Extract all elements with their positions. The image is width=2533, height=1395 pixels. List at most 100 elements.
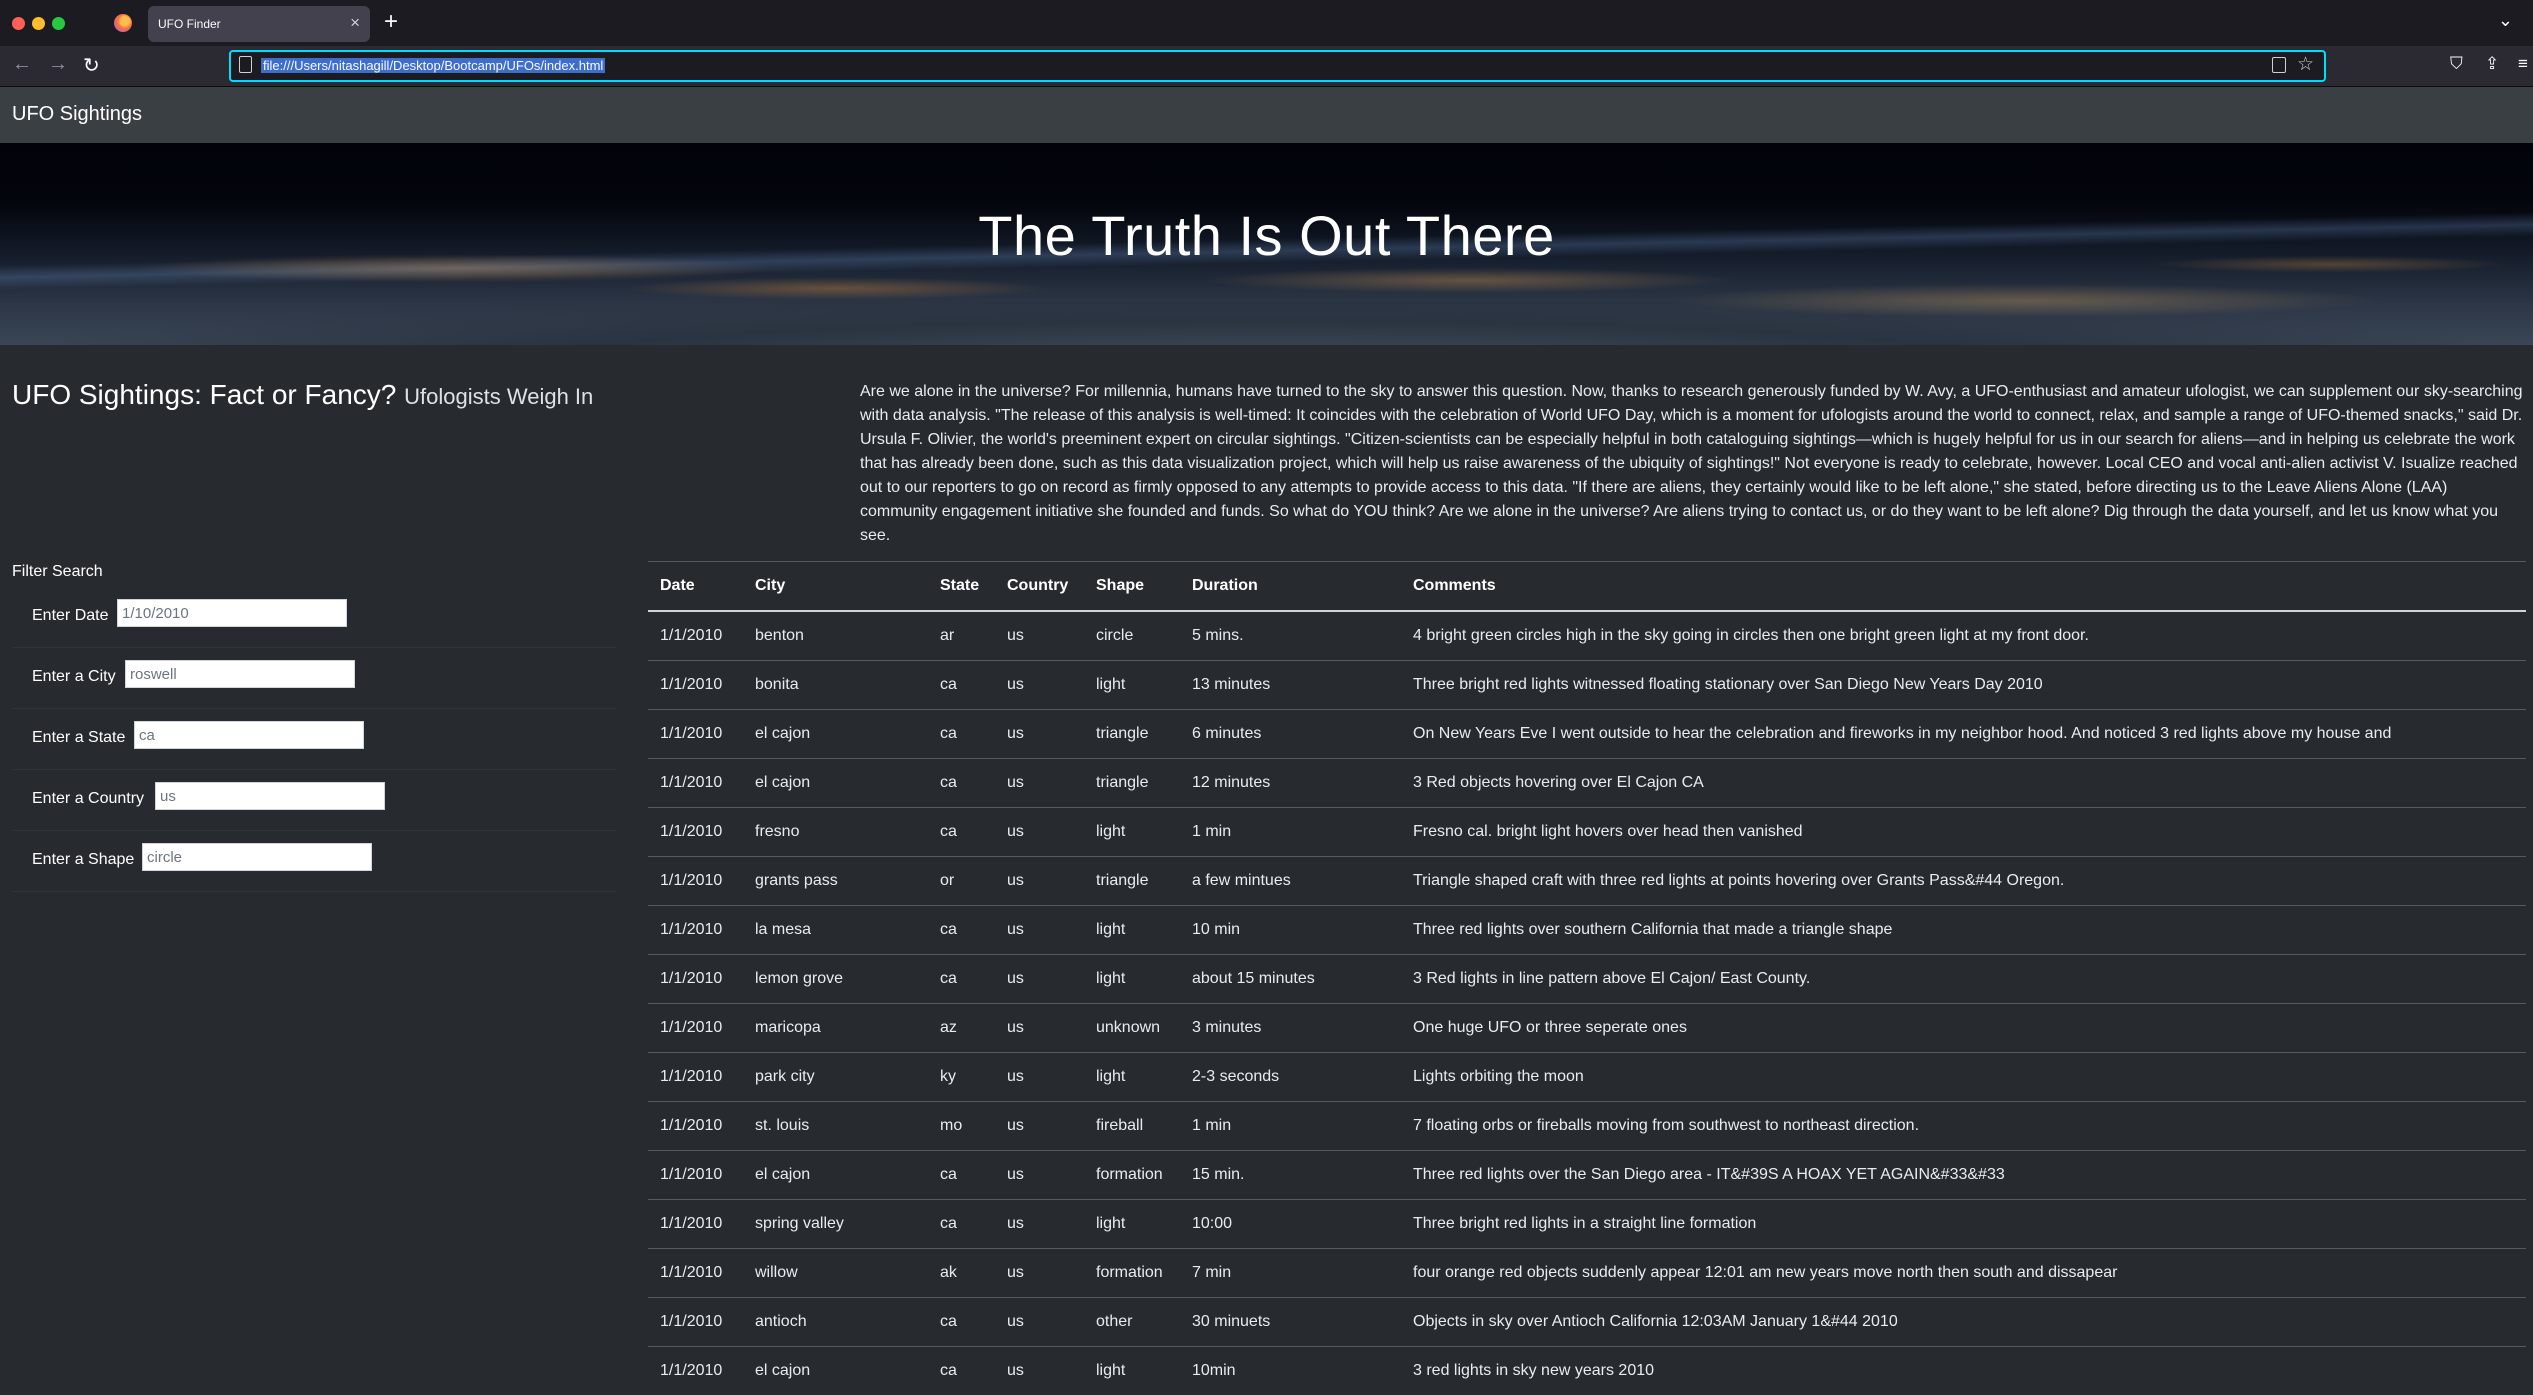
- cell-shape: light: [1084, 906, 1180, 955]
- cell-state: ca: [928, 661, 995, 710]
- table-row: 1/1/2010grants passorustrianglea few min…: [648, 857, 2526, 906]
- reload-icon[interactable]: ↻: [83, 53, 100, 78]
- article-subtitle: Ufologists Weigh In: [404, 384, 593, 409]
- cell-comments: Objects in sky over Antioch California 1…: [1401, 1298, 2526, 1347]
- cell-shape: triangle: [1084, 710, 1180, 759]
- article-title: UFO Sightings: Fact or Fancy?: [12, 379, 396, 410]
- cell-date: 1/1/2010: [648, 906, 743, 955]
- date-input[interactable]: [117, 599, 347, 627]
- cell-city: bonita: [743, 661, 928, 710]
- cell-city: el cajon: [743, 1151, 928, 1200]
- cell-state: ca: [928, 1151, 995, 1200]
- cell-comments: On New Years Eve I went outside to hear …: [1401, 710, 2526, 759]
- cell-duration: 2-3 seconds: [1180, 1053, 1401, 1102]
- navbar-brand-link[interactable]: UFO Sightings: [12, 103, 142, 126]
- cell-duration: 30 minuets: [1180, 1298, 1401, 1347]
- sightings-table: Date City State Country Shape Duration C…: [648, 561, 2526, 1395]
- cell-city: maricopa: [743, 1004, 928, 1053]
- cell-shape: formation: [1084, 1151, 1180, 1200]
- list-tabs-chevron-icon[interactable]: ⌄: [2498, 10, 2513, 31]
- city-input[interactable]: [125, 660, 355, 688]
- cell-date: 1/1/2010: [648, 1298, 743, 1347]
- state-input[interactable]: [134, 721, 364, 749]
- cell-duration: 7 min: [1180, 1249, 1401, 1298]
- cell-state: ca: [928, 955, 995, 1004]
- browser-tab[interactable]: UFO Finder ×: [148, 6, 370, 42]
- cell-country: us: [995, 1200, 1084, 1249]
- cell-shape: light: [1084, 1053, 1180, 1102]
- new-tab-icon[interactable]: +: [384, 8, 398, 36]
- cell-shape: unknown: [1084, 1004, 1180, 1053]
- column-header-state: State: [928, 562, 995, 612]
- cell-date: 1/1/2010: [648, 1004, 743, 1053]
- bookmark-star-icon[interactable]: ☆: [2297, 53, 2314, 76]
- cell-comments: Fresno cal. bright light hovers over hea…: [1401, 808, 2526, 857]
- cell-country: us: [995, 1102, 1084, 1151]
- cell-city: willow: [743, 1249, 928, 1298]
- back-arrow-icon[interactable]: ←: [12, 53, 32, 76]
- cell-date: 1/1/2010: [648, 759, 743, 808]
- cell-country: us: [995, 1004, 1084, 1053]
- cell-shape: light: [1084, 1347, 1180, 1395]
- extensions-icon[interactable]: ⇪: [2485, 54, 2499, 74]
- cell-duration: 10:00: [1180, 1200, 1401, 1249]
- cell-country: us: [995, 808, 1084, 857]
- cell-shape: formation: [1084, 1249, 1180, 1298]
- cell-comments: 3 Red objects hovering over El Cajon CA: [1401, 759, 2526, 808]
- table-row: 1/1/2010lemon grovecauslightabout 15 min…: [648, 955, 2526, 1004]
- forward-arrow-icon[interactable]: →: [48, 53, 68, 76]
- cell-date: 1/1/2010: [648, 955, 743, 1004]
- zoom-window-button[interactable]: [52, 17, 65, 30]
- cell-date: 1/1/2010: [648, 611, 743, 661]
- cell-comments: four orange red objects suddenly appear …: [1401, 1249, 2526, 1298]
- cell-city: st. louis: [743, 1102, 928, 1151]
- hamburger-menu-icon[interactable]: ≡: [2518, 54, 2528, 74]
- column-header-date: Date: [648, 562, 743, 612]
- cell-comments: One huge UFO or three seperate ones: [1401, 1004, 2526, 1053]
- cell-country: us: [995, 710, 1084, 759]
- close-tab-icon[interactable]: ×: [350, 13, 360, 33]
- filter-item-city: Enter a City: [12, 648, 617, 709]
- table-row: 1/1/2010el cajoncaustriangle6 minutesOn …: [648, 710, 2526, 759]
- cell-date: 1/1/2010: [648, 1200, 743, 1249]
- cell-city: spring valley: [743, 1200, 928, 1249]
- cell-country: us: [995, 1249, 1084, 1298]
- article-body: Are we alone in the universe? For millen…: [860, 380, 2525, 548]
- column-header-comments: Comments: [1401, 562, 2526, 612]
- tab-title: UFO Finder: [158, 17, 221, 31]
- cell-country: us: [995, 1347, 1084, 1395]
- pocket-icon[interactable]: ⛉: [2450, 54, 2463, 74]
- cell-city: la mesa: [743, 906, 928, 955]
- cell-comments: 4 bright green circles high in the sky g…: [1401, 611, 2526, 661]
- cell-city: el cajon: [743, 1347, 928, 1395]
- url-text[interactable]: file:///Users/nitashagill/Desktop/Bootca…: [261, 58, 605, 73]
- table-row: 1/1/2010el cajoncausformation15 min.Thre…: [648, 1151, 2526, 1200]
- cell-comments: Three bright red lights witnessed floati…: [1401, 661, 2526, 710]
- table-row: 1/1/2010el cajoncauslight10min3 red ligh…: [648, 1347, 2526, 1395]
- shape-input[interactable]: [142, 843, 372, 871]
- cell-date: 1/1/2010: [648, 710, 743, 759]
- cell-state: ca: [928, 710, 995, 759]
- filter-item-state: Enter a State: [12, 709, 617, 770]
- address-bar[interactable]: file:///Users/nitashagill/Desktop/Bootca…: [229, 50, 2326, 82]
- filter-item-country: Enter a Country: [12, 770, 617, 831]
- country-input[interactable]: [155, 782, 385, 810]
- cell-city: fresno: [743, 808, 928, 857]
- table-row: 1/1/2010spring valleycauslight10:00Three…: [648, 1200, 2526, 1249]
- hero-banner: The Truth Is Out There: [0, 143, 2533, 345]
- cell-city: el cajon: [743, 710, 928, 759]
- cell-city: antioch: [743, 1298, 928, 1347]
- reader-view-icon[interactable]: [2272, 57, 2286, 73]
- cell-comments: 3 Red lights in line pattern above El Ca…: [1401, 955, 2526, 1004]
- minimize-window-button[interactable]: [32, 17, 45, 30]
- cell-country: us: [995, 1298, 1084, 1347]
- close-window-button[interactable]: [12, 17, 25, 30]
- cell-date: 1/1/2010: [648, 661, 743, 710]
- firefox-view-icon[interactable]: [114, 14, 132, 32]
- cell-comments: 3 red lights in sky new years 2010: [1401, 1347, 2526, 1395]
- filter-search-title: Filter Search: [12, 563, 103, 581]
- cell-country: us: [995, 759, 1084, 808]
- cell-city: park city: [743, 1053, 928, 1102]
- cell-state: ca: [928, 1200, 995, 1249]
- filter-label-state: Enter a State: [32, 729, 125, 747]
